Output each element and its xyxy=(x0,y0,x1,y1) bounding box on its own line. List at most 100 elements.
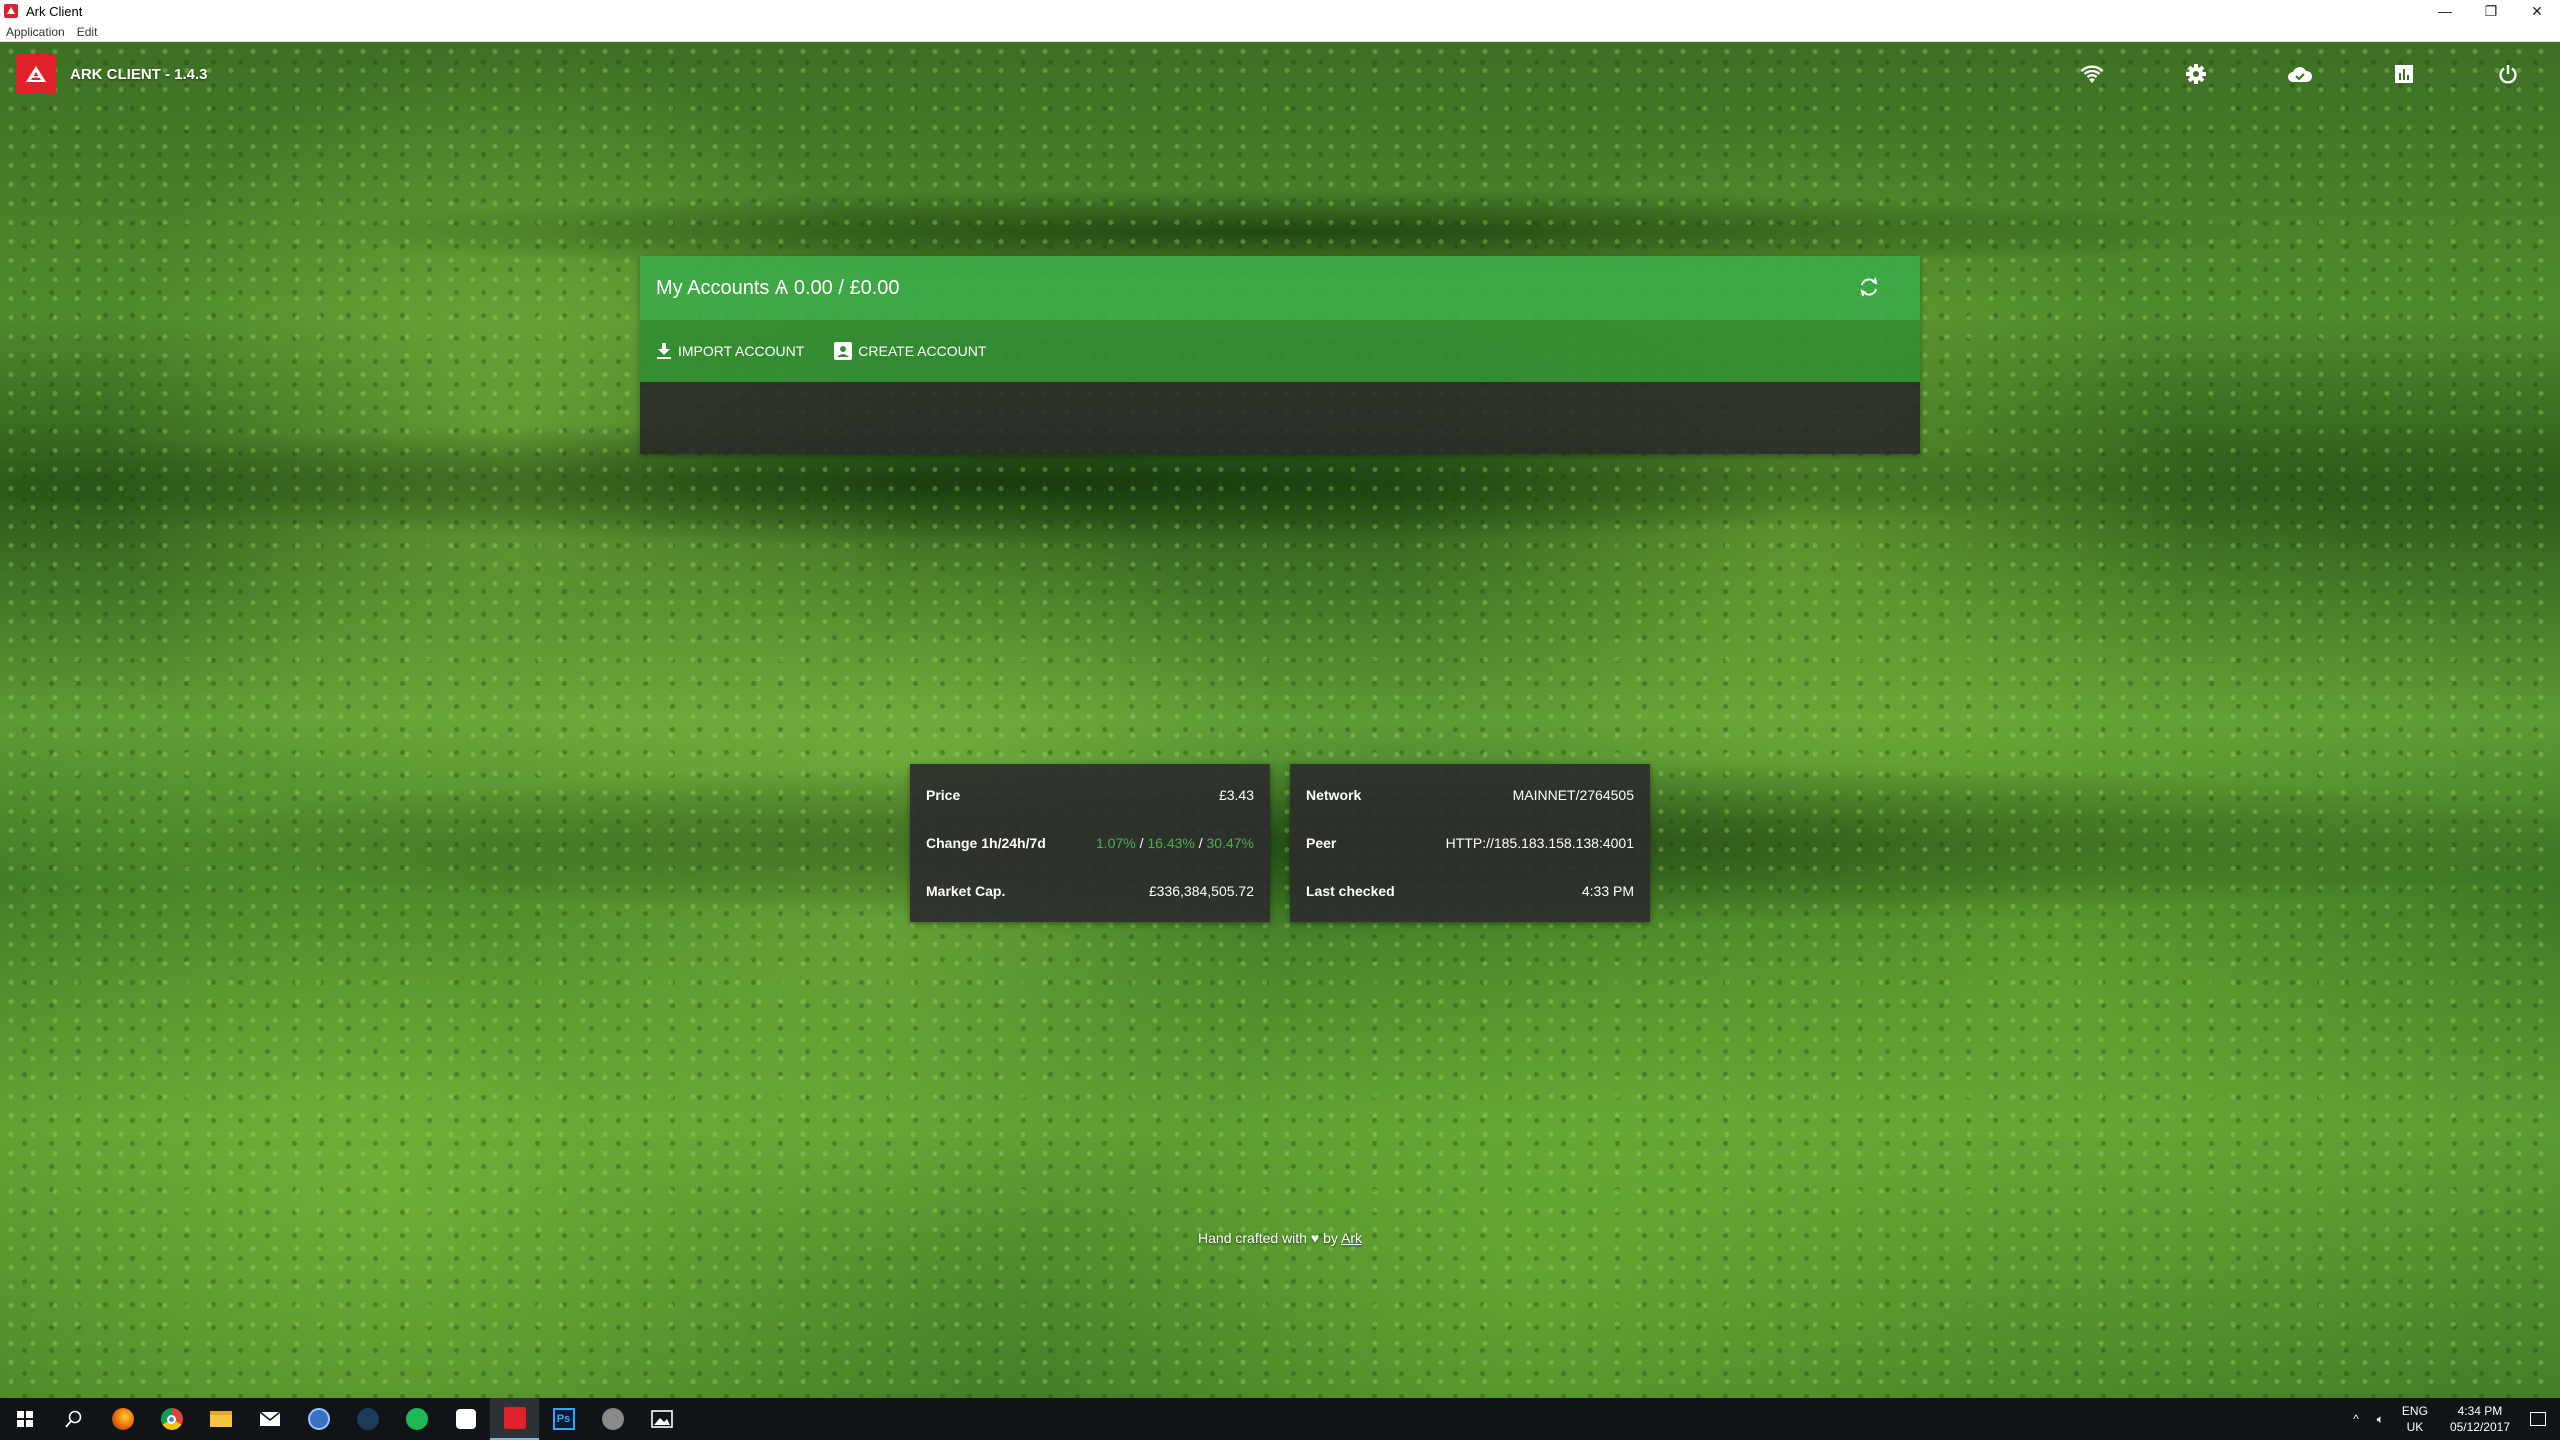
header-toolbar xyxy=(2040,42,2560,106)
photoshop-icon: Ps xyxy=(552,1408,575,1430)
taskbar-chrome[interactable] xyxy=(147,1398,196,1440)
folder-icon xyxy=(209,1411,232,1427)
app-icon xyxy=(601,1408,624,1430)
footer-text: Hand crafted with xyxy=(1198,1230,1307,1246)
close-button[interactable]: ✕ xyxy=(2514,0,2560,22)
taskbar-app-globe[interactable] xyxy=(294,1398,343,1440)
peer-label: Peer xyxy=(1306,835,1337,851)
ark-link[interactable]: Ark xyxy=(1341,1230,1362,1246)
taskbar-app-misc[interactable] xyxy=(588,1398,637,1440)
price-row: Price £3.43 xyxy=(910,771,1270,819)
change-row: Change 1h/24h/7d 1.07% / 16.43% / 30.47% xyxy=(910,819,1270,867)
taskbar-spotify[interactable] xyxy=(392,1398,441,1440)
accounts-list xyxy=(640,382,1920,454)
system-tray: ^ 🔈︎ ENG UK 4:34 PM 05/12/2017 xyxy=(2353,1398,2560,1440)
network-info-card: Network MAINNET/2764505 Peer HTTP://185.… xyxy=(1290,764,1650,922)
spotify-icon xyxy=(405,1408,428,1430)
hedge-background xyxy=(0,42,2560,1398)
account-box-icon xyxy=(834,342,853,360)
change-1h: 1.07% xyxy=(1095,835,1136,851)
chrome-icon xyxy=(160,1408,183,1430)
marketcap-label: Market Cap. xyxy=(926,883,1006,899)
search-button[interactable] xyxy=(49,1398,98,1440)
last-checked-label: Last checked xyxy=(1306,883,1395,899)
lang-line1: ENG xyxy=(2401,1404,2428,1418)
restore-button[interactable]: ❐ xyxy=(2468,0,2514,22)
change-sep-2: / xyxy=(1198,835,1203,851)
menubar: Application Edit xyxy=(0,22,2560,42)
taskbar-ark-client[interactable] xyxy=(490,1398,539,1440)
ark-logo[interactable] xyxy=(16,54,56,94)
last-checked-value: 4:33 PM xyxy=(1581,883,1634,899)
photos-icon xyxy=(650,1410,673,1428)
chart-icon[interactable] xyxy=(2352,42,2456,106)
windows-icon xyxy=(16,1411,33,1427)
peer-row: Peer HTTP://185.183.158.138:4001 xyxy=(1290,819,1650,867)
cloud-icon[interactable] xyxy=(2248,42,2352,106)
globe-icon xyxy=(307,1408,330,1430)
search-icon xyxy=(64,1410,81,1428)
download-icon xyxy=(657,343,671,359)
network-row: Network MAINNET/2764505 xyxy=(1290,771,1650,819)
marketcap-row: Market Cap. £336,384,505.72 xyxy=(910,867,1270,915)
dice-icon xyxy=(455,1409,476,1429)
change-label: Change 1h/24h/7d xyxy=(926,835,1046,851)
accounts-header: My Accounts Ѧ 0.00 / £0.00 xyxy=(640,256,1920,320)
peer-value: HTTP://185.183.158.138:4001 xyxy=(1445,835,1634,851)
footer-by: by xyxy=(1323,1230,1338,1246)
network-value: MAINNET/2764505 xyxy=(1512,787,1634,803)
ark-taskbar-icon xyxy=(503,1407,526,1429)
taskbar-firefox[interactable] xyxy=(98,1398,147,1440)
firefox-icon xyxy=(111,1408,134,1430)
ark-logo-icon xyxy=(26,66,46,82)
clock-time: 4:34 PM xyxy=(2457,1404,2503,1418)
taskbar: Ps ^ 🔈︎ ENG UK 4:34 PM 05/12/2017 xyxy=(0,1398,2560,1440)
wifi-icon[interactable] xyxy=(2040,42,2144,106)
price-label: Price xyxy=(926,787,961,803)
change-24h: 16.43% xyxy=(1147,835,1195,851)
create-account-button[interactable]: CREATE ACCOUNT xyxy=(834,342,986,360)
clock[interactable]: 4:34 PM 05/12/2017 xyxy=(2450,1403,2510,1435)
minimize-button[interactable]: — xyxy=(2422,0,2468,22)
window-titlebar: Ark Client — ❐ ✕ xyxy=(0,0,2560,22)
taskbar-dice-app[interactable] xyxy=(441,1398,490,1440)
start-button[interactable] xyxy=(0,1398,49,1440)
accounts-title: My Accounts Ѧ 0.00 / £0.00 xyxy=(656,276,900,299)
create-account-label: CREATE ACCOUNT xyxy=(858,343,987,359)
power-icon[interactable] xyxy=(2456,42,2560,106)
window-title: Ark Client xyxy=(26,3,83,19)
window-controls: — ❐ ✕ xyxy=(2422,0,2560,22)
change-sep-1: / xyxy=(1139,835,1144,851)
ark-app-icon xyxy=(4,4,18,18)
accounts-actions: IMPORT ACCOUNT CREATE ACCOUNT xyxy=(640,320,1920,382)
import-account-label: IMPORT ACCOUNT xyxy=(678,343,805,359)
taskbar-photos[interactable] xyxy=(637,1398,686,1440)
last-checked-row: Last checked 4:33 PM xyxy=(1290,867,1650,915)
notification-icon[interactable] xyxy=(2530,1412,2546,1426)
language-indicator[interactable]: ENG UK xyxy=(2402,1403,2428,1435)
taskbar-explorer[interactable] xyxy=(196,1398,245,1440)
taskbar-steam[interactable] xyxy=(343,1398,392,1440)
menu-application[interactable]: Application xyxy=(0,25,71,39)
taskbar-photoshop[interactable]: Ps xyxy=(539,1398,588,1440)
lang-line2: UK xyxy=(2406,1420,2424,1434)
change-values: 1.07% / 16.43% / 30.47% xyxy=(1096,835,1254,851)
refresh-icon[interactable] xyxy=(1858,276,1880,304)
app-title: ARK CLIENT - 1.4.3 xyxy=(70,65,208,83)
marketcap-value: £336,384,505.72 xyxy=(1148,883,1254,899)
clock-date: 05/12/2017 xyxy=(2449,1420,2510,1434)
menu-edit[interactable]: Edit xyxy=(71,25,104,39)
network-label: Network xyxy=(1306,787,1362,803)
accounts-panel: My Accounts Ѧ 0.00 / £0.00 IMPORT ACCOUN… xyxy=(640,256,1920,454)
settings-icon[interactable] xyxy=(2144,42,2248,106)
price-value: £3.43 xyxy=(1218,787,1254,803)
market-info-card: Price £3.43 Change 1h/24h/7d 1.07% / 16.… xyxy=(910,764,1270,922)
taskbar-mail[interactable] xyxy=(245,1398,294,1440)
change-7d: 30.47% xyxy=(1206,835,1254,851)
steam-icon xyxy=(356,1408,379,1430)
footer: Hand crafted with ♥ by Ark xyxy=(0,1230,2560,1246)
import-account-button[interactable]: IMPORT ACCOUNT xyxy=(656,342,804,360)
mail-icon xyxy=(259,1411,280,1426)
tray-chevron-icon[interactable]: ^ xyxy=(2353,1412,2359,1426)
volume-icon[interactable]: 🔈︎ xyxy=(2377,1412,2384,1427)
